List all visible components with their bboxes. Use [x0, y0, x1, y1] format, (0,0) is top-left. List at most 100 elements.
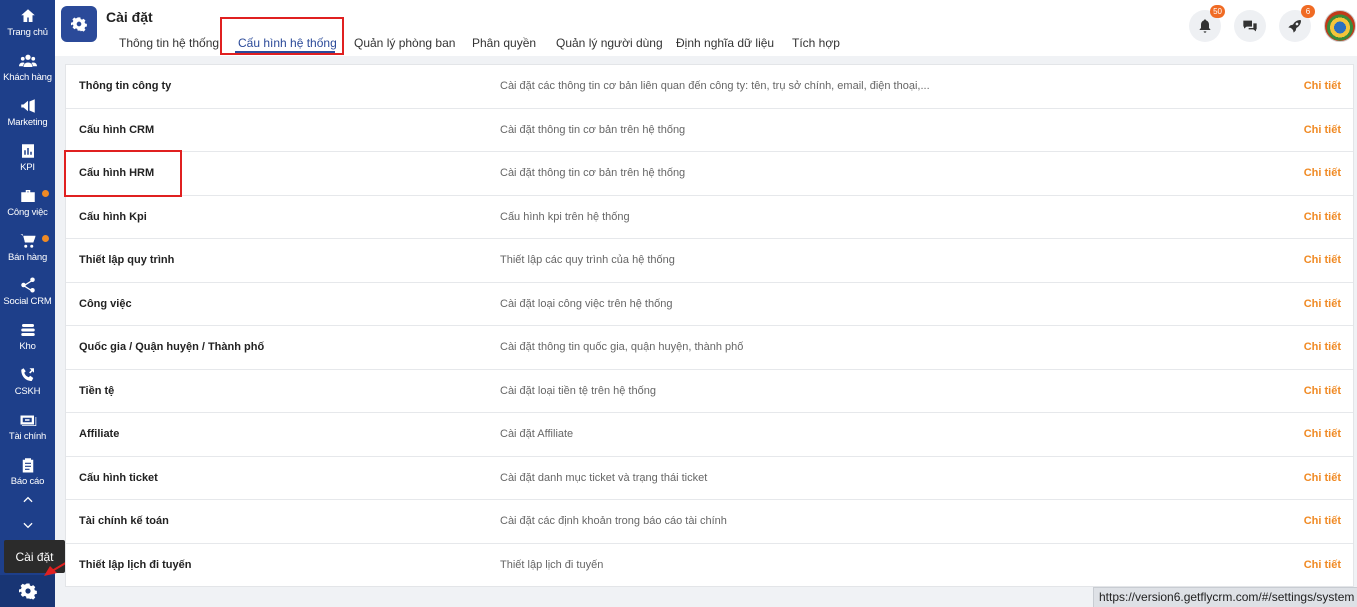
row-description: Cài đặt danh mục ticket và trạng thái ti… — [500, 471, 708, 484]
sidebar-item-label: Tài chính — [8, 431, 47, 442]
tab-departments[interactable]: Quản lý phòng ban — [354, 36, 455, 50]
list-item: Affiliate Cài đặt Affiliate Chi tiết — [66, 413, 1353, 457]
details-link[interactable]: Chi tiết — [1304, 472, 1341, 484]
sidebar-item-label: Bán hàng — [7, 252, 48, 263]
clipboard-icon — [22, 458, 33, 473]
sidebar-item-kpi[interactable]: KPI — [0, 141, 55, 185]
sidebar-item-sales[interactable]: Bán hàng — [0, 231, 55, 275]
sidebar-item-label: Kho — [19, 341, 36, 352]
list-item: Cấu hình Kpi Cấu hình kpi trên hệ thống … — [66, 196, 1353, 239]
sidebar: Trang chủ Khách hàng Marketing KPI Công … — [0, 0, 55, 607]
details-link[interactable]: Chi tiết — [1304, 298, 1341, 310]
sidebar-item-finance[interactable]: Tài chính — [0, 410, 55, 454]
tab-data-definitions[interactable]: Định nghĩa dữ liệu — [676, 36, 774, 50]
details-link[interactable]: Chi tiết — [1304, 254, 1341, 266]
row-title: Quốc gia / Quận huyện / Thành phố — [79, 341, 265, 354]
notification-dot — [42, 190, 49, 197]
sidebar-item-label: Social CRM — [3, 296, 52, 307]
rocket-icon — [1288, 20, 1301, 33]
details-link[interactable]: Chi tiết — [1304, 167, 1341, 179]
sidebar-item-marketing[interactable]: Marketing — [0, 96, 55, 140]
cart-icon — [20, 234, 35, 248]
home-icon — [20, 9, 35, 22]
sidebar-item-label: Marketing — [7, 117, 48, 128]
details-link[interactable]: Chi tiết — [1304, 341, 1341, 353]
sidebar-item-label: Công việc — [7, 207, 48, 218]
sidebar-item-label: Báo cáo — [10, 476, 45, 487]
row-title: Cấu hình ticket — [79, 471, 158, 484]
megaphone-icon — [20, 99, 35, 113]
scroll-up-button[interactable] — [0, 490, 55, 510]
details-link[interactable]: Chi tiết — [1304, 559, 1341, 571]
row-title: Thông tin công ty — [79, 80, 172, 93]
details-link[interactable]: Chi tiết — [1304, 428, 1341, 440]
details-link[interactable]: Chi tiết — [1304, 211, 1341, 223]
tab-permissions[interactable]: Phân quyền — [472, 36, 536, 50]
chat-button[interactable] — [1234, 10, 1266, 42]
details-link[interactable]: Chi tiết — [1304, 80, 1341, 92]
details-link[interactable]: Chi tiết — [1304, 124, 1341, 136]
list-item: Quốc gia / Quận huyện / Thành phố Cài đặ… — [66, 326, 1353, 370]
share-icon — [20, 277, 35, 293]
list-item: Công việc Cài đặt loại công việc trên hệ… — [66, 283, 1353, 326]
sidebar-item-label: CSKH — [14, 386, 41, 397]
list-item: Tài chính kế toán Cài đặt các định khoản… — [66, 500, 1353, 544]
sidebar-item-warehouse[interactable]: Kho — [0, 320, 55, 364]
row-description: Cấu hình kpi trên hệ thống — [500, 210, 630, 223]
header: Cài đặt Thông tin hệ thống Cấu hình hệ t… — [55, 0, 1357, 56]
row-description: Cài đặt loại công việc trên hệ thống — [500, 297, 673, 310]
phone-icon — [20, 368, 34, 381]
users-icon — [18, 54, 37, 67]
warehouse-icon — [20, 324, 35, 336]
chat-icon — [1243, 20, 1257, 32]
briefcase-icon — [20, 190, 35, 202]
notification-dot — [42, 235, 49, 242]
row-title: Affiliate — [79, 428, 120, 441]
tab-system-info[interactable]: Thông tin hệ thống — [119, 36, 219, 50]
row-title: Cấu hình Kpi — [79, 210, 147, 223]
details-link[interactable]: Chi tiết — [1304, 385, 1341, 397]
row-description: Cài đặt Affiliate — [500, 428, 574, 441]
list-item: Thông tin công ty Cài đặt các thông tin … — [66, 65, 1353, 109]
list-item: Thiết lập lịch đi tuyến Thiết lập lịch đ… — [66, 544, 1353, 588]
settings-list: Thông tin công ty Cài đặt các thông tin … — [65, 64, 1354, 587]
row-description: Cài đặt loại tiền tệ trên hệ thống — [500, 384, 656, 397]
chevron-down-icon — [22, 522, 33, 529]
tab-integrations[interactable]: Tích hợp — [792, 36, 840, 50]
row-description: Thiết lập các quy trình của hệ thống — [500, 254, 675, 267]
row-title: Thiết lập lịch đi tuyến — [79, 559, 192, 572]
page-title: Cài đặt — [106, 9, 153, 25]
avatar[interactable] — [1324, 10, 1356, 42]
row-description: Cài đặt thông tin cơ bản trên hệ thống — [500, 167, 686, 180]
row-description: Cài đặt thông tin cơ bản trên hệ thống — [500, 123, 686, 136]
sidebar-item-customers[interactable]: Khách hàng — [0, 51, 55, 95]
list-item: Cấu hình CRM Cài đặt thông tin cơ bản tr… — [66, 109, 1353, 152]
list-item: Cấu hình HRM Cài đặt thông tin cơ bản tr… — [66, 152, 1353, 196]
row-description: Cài đặt thông tin quốc gia, quận huyện, … — [500, 341, 744, 354]
list-item: Tiền tệ Cài đặt loại tiền tệ trên hệ thố… — [66, 370, 1353, 413]
row-title: Công việc — [79, 297, 132, 310]
row-description: Thiết lập lịch đi tuyến — [500, 559, 604, 572]
sidebar-item-customer-care[interactable]: CSKH — [0, 365, 55, 409]
row-description: Cài đặt các thông tin cơ bản liên quan đ… — [500, 80, 930, 93]
row-description: Cài đặt các định khoản trong báo cáo tài… — [500, 515, 727, 528]
row-title: Tiền tệ — [79, 384, 115, 397]
sidebar-item-tasks[interactable]: Công việc — [0, 186, 55, 230]
scroll-down-button[interactable] — [0, 515, 55, 535]
money-icon — [20, 415, 36, 426]
bell-icon — [1199, 19, 1211, 33]
gear-icon — [18, 583, 37, 600]
bar-chart-icon — [21, 144, 34, 158]
tab-users[interactable]: Quản lý người dùng — [556, 36, 663, 50]
settings-header-icon — [61, 6, 97, 42]
notifications-button[interactable]: 50 — [1189, 5, 1225, 42]
sidebar-item-label: Khách hàng — [3, 72, 52, 83]
details-link[interactable]: Chi tiết — [1304, 515, 1341, 527]
sidebar-item-home[interactable]: Trang chủ — [0, 6, 55, 50]
sidebar-item-social-crm[interactable]: Social CRM — [0, 275, 55, 319]
chevron-up-icon — [22, 496, 33, 503]
rocket-button[interactable]: 6 — [1279, 5, 1315, 42]
list-item: Thiết lập quy trình Thiết lập các quy tr… — [66, 239, 1353, 283]
highlight-box — [64, 150, 182, 197]
row-title: Cấu hình CRM — [79, 123, 155, 136]
